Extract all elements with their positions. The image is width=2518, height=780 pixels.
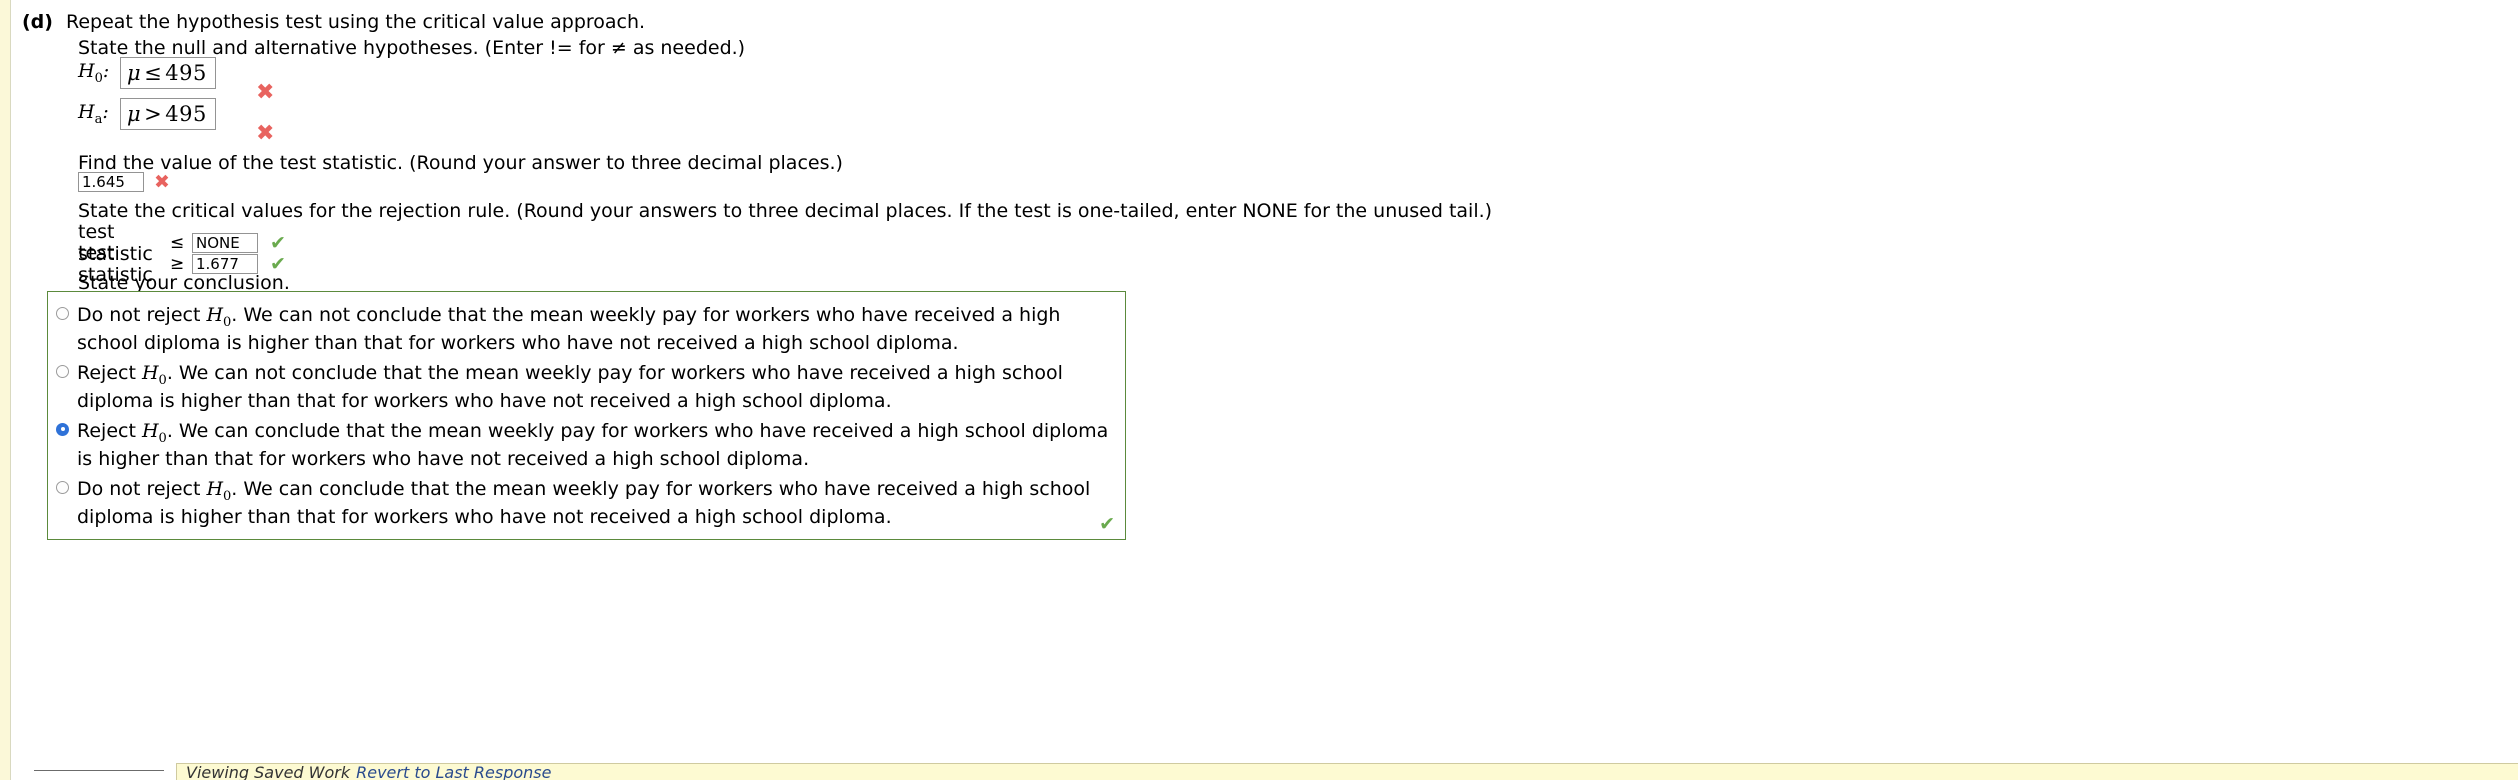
footer-divider (34, 770, 164, 771)
conclusion-option-2[interactable]: Reject H0. We can not conclude that the … (48, 359, 1125, 417)
conclusion-option-label: Reject H0. We can conclude that the mean… (77, 419, 1109, 471)
prompt-critical-values: State the critical values for the reject… (78, 200, 1493, 222)
part-label: (d) (22, 11, 53, 33)
conclusion-option-4[interactable]: Do not reject H0. We can conclude that t… (48, 475, 1125, 533)
hypothesis-label-null: H0: (78, 60, 110, 86)
correct-mark-conclusion: ✔ (1099, 512, 1115, 535)
hypothesis-input-null[interactable]: μ ≤495 (120, 57, 216, 89)
hypothesis-row-alternative: Ha: μ >495 (78, 98, 216, 130)
correct-mark-upper: ✔ (270, 252, 286, 275)
revert-to-last-response-link[interactable]: Revert to Last Response (356, 764, 551, 780)
prompt-state-hypotheses: State the null and alternative hypothese… (78, 37, 746, 59)
radio-button-icon[interactable] (56, 364, 69, 378)
value-alternative: 495 (165, 102, 207, 126)
incorrect-mark-null: ✖ (256, 80, 275, 105)
conclusion-option-3[interactable]: Reject H0. We can conclude that the mean… (48, 417, 1125, 475)
saved-work-label: Viewing Saved Work (186, 763, 351, 780)
part-heading: (d) Repeat the hypothesis test using the… (22, 11, 645, 33)
conclusion-option-label: Do not reject H0. We can not conclude th… (77, 304, 1061, 355)
test-statistic-row: 1.645 ✖ (78, 172, 170, 192)
mu-symbol-null: μ (127, 61, 142, 85)
question-part-d: (d) Repeat the hypothesis test using the… (0, 0, 2518, 780)
value-null: 495 (165, 61, 207, 85)
prompt-find-test-statistic: Find the value of the test statistic. (R… (78, 152, 843, 174)
conclusion-option-label: Do not reject H0. We can conclude that t… (77, 477, 1091, 529)
conclusion-option-label: Reject H0. We can not conclude that the … (77, 361, 1063, 413)
operator-null: ≤ (144, 61, 163, 85)
mu-symbol-alternative: μ (127, 102, 142, 126)
hypothesis-row-null: H0: μ ≤495 (78, 57, 216, 89)
critical-value-input-upper[interactable]: 1.677 (192, 254, 258, 274)
conclusion-options-box: Do not reject H0. We can not conclude th… (47, 291, 1126, 540)
saved-work-bar: Viewing Saved Work Revert to Last Respon… (176, 763, 2518, 780)
hypothesis-input-alternative[interactable]: μ >495 (120, 98, 216, 130)
operator-alternative: > (144, 102, 163, 126)
hypothesis-label-alternative: Ha: (78, 101, 109, 127)
radio-button-icon[interactable] (56, 480, 69, 494)
incorrect-mark-test-statistic: ✖ (154, 170, 170, 193)
radio-button-selected-icon[interactable] (56, 422, 69, 436)
test-statistic-input[interactable]: 1.645 (78, 172, 144, 192)
radio-button-icon[interactable] (56, 307, 69, 320)
part-instruction: Repeat the hypothesis test using the cri… (66, 11, 646, 33)
incorrect-mark-alternative: ✖ (256, 121, 275, 146)
critical-operator-upper: ≥ (170, 254, 185, 274)
conclusion-option-1[interactable]: Do not reject H0. We can not conclude th… (48, 301, 1125, 359)
